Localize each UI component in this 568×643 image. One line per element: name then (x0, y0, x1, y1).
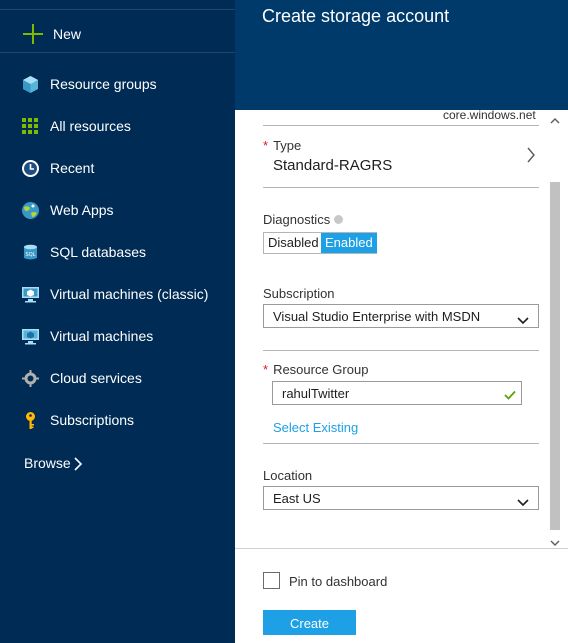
location-value: East US (273, 491, 321, 506)
scroll-up-arrow-icon[interactable] (550, 112, 560, 124)
section-divider (263, 443, 539, 444)
clock-icon (21, 159, 40, 178)
type-label-text: Type (273, 138, 302, 153)
browse-button[interactable]: Browse (0, 443, 235, 483)
web-apps-globe-icon (21, 201, 40, 220)
sidebar-item-virtual-machines[interactable]: Virtual machines (0, 317, 235, 357)
resource-group-label-text: Resource Group (273, 362, 369, 377)
type-value: Standard-RAGRS (273, 157, 393, 174)
all-resources-grid-icon (21, 117, 40, 136)
sidebar-item-label: SQL databases (50, 244, 146, 260)
section-divider (263, 187, 539, 188)
sidebar-divider (0, 9, 235, 10)
plus-icon (23, 24, 43, 44)
checkmark-icon (504, 387, 516, 400)
sidebar-item-label: All resources (50, 118, 131, 134)
sidebar-item-virtual-machines-classic[interactable]: Virtual machines (classic) (0, 275, 235, 315)
sidebar-item-subscriptions[interactable]: Subscriptions (0, 401, 235, 441)
sidebar-item-all-resources[interactable]: All resources (0, 107, 235, 147)
sidebar-item-label: Recent (50, 160, 95, 176)
section-divider (263, 125, 539, 126)
diagnostics-enabled-option[interactable]: Enabled (321, 233, 377, 253)
svg-text:SQL: SQL (26, 252, 36, 258)
browse-label: Browse (24, 455, 71, 471)
new-label: New (53, 26, 82, 42)
info-icon[interactable] (334, 215, 344, 224)
endpoint-suffix: core.windows.net (443, 110, 536, 122)
chevron-down-icon (517, 312, 529, 325)
location-label: Location (263, 468, 313, 483)
sidebar-item-web-apps[interactable]: Web Apps (0, 191, 235, 231)
pin-label: Pin to dashboard (289, 574, 388, 589)
sidebar-item-sql-databases[interactable]: SQL SQL databases (0, 233, 235, 273)
sidebar-item-label: Cloud services (50, 370, 142, 386)
blade-scroll-area: core.windows.net * Type Standard-RAGRS Di… (235, 110, 548, 548)
virtual-machine-icon (21, 327, 40, 346)
location-dropdown[interactable]: East US (263, 486, 539, 510)
sidebar-item-label: Virtual machines (50, 328, 154, 344)
section-divider (263, 350, 539, 351)
sidebar-item-recent[interactable]: Recent (0, 149, 235, 189)
create-storage-blade: core.windows.net * Type Standard-RAGRS Di… (235, 110, 568, 643)
sidebar: New Resource groups All resources Recent… (0, 0, 235, 643)
diagnostics-label: Diagnostics (263, 212, 344, 227)
chevron-right-icon (526, 147, 536, 163)
cloud-services-icon (21, 369, 40, 388)
diagnostics-toggle: Disabled Enabled (263, 232, 377, 254)
select-existing-link[interactable]: Select Existing (273, 420, 358, 435)
resource-group-label: * Resource Group (263, 362, 368, 377)
virtual-machine-classic-icon (21, 285, 40, 304)
new-button[interactable]: New (0, 14, 235, 54)
sidebar-item-label: Virtual machines (classic) (50, 286, 209, 302)
sidebar-item-label: Resource groups (50, 76, 157, 92)
key-icon (21, 411, 40, 430)
resource-group-value: rahulTwitter (282, 386, 350, 401)
scrollbar-thumb[interactable] (550, 182, 560, 530)
required-marker: * (263, 138, 269, 153)
pin-checkbox[interactable] (263, 572, 280, 589)
sql-database-icon: SQL (21, 243, 40, 262)
sidebar-item-label: Subscriptions (50, 412, 135, 428)
blade-title: Create storage account (262, 6, 450, 26)
create-button[interactable]: Create (263, 610, 356, 635)
vertical-scrollbar[interactable] (548, 110, 562, 548)
sidebar-divider (0, 52, 235, 53)
subscription-value: Visual Studio Enterprise with MSDN (273, 309, 481, 324)
resource-group-input[interactable]: rahulTwitter (272, 381, 522, 405)
sidebar-item-resource-groups[interactable]: Resource groups (0, 65, 235, 105)
resource-groups-icon (21, 75, 40, 94)
diagnostics-label-text: Diagnostics (263, 212, 331, 227)
diagnostics-disabled-option[interactable]: Disabled (264, 233, 321, 253)
sidebar-item-label: Web Apps (50, 202, 114, 218)
scroll-down-arrow-icon[interactable] (550, 534, 560, 546)
sidebar-item-cloud-services[interactable]: Cloud services (0, 359, 235, 399)
subscription-dropdown[interactable]: Visual Studio Enterprise with MSDN (263, 304, 539, 328)
blade-header: Create storage account (235, 0, 568, 110)
footer-divider (235, 548, 568, 549)
type-label: * Type (263, 138, 301, 153)
chevron-right-icon (73, 457, 83, 471)
chevron-down-icon (517, 494, 529, 507)
required-marker: * (263, 362, 269, 377)
subscription-label: Subscription (263, 286, 335, 301)
